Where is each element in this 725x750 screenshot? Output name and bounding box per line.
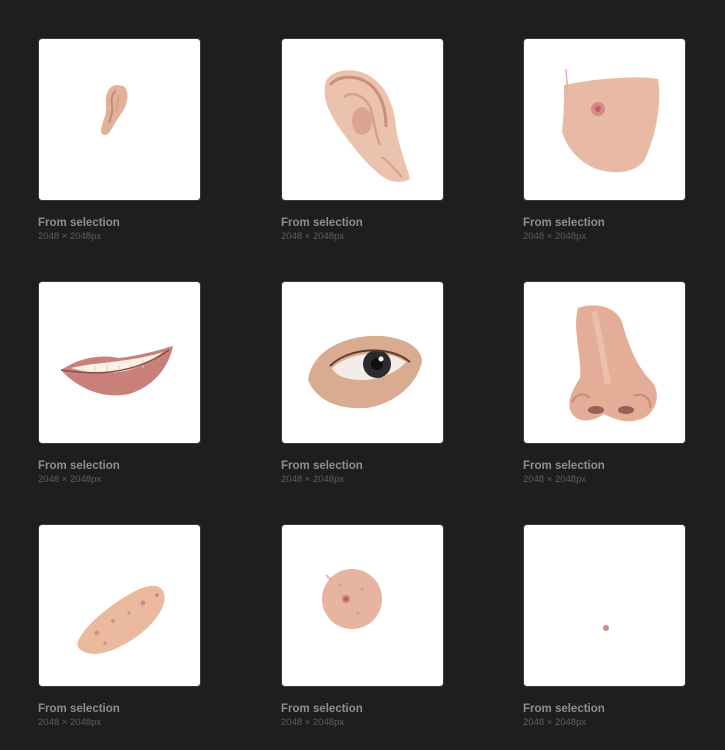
cheek-patch-image [77,585,165,654]
item-dimensions: 2048 × 2048px [38,474,102,485]
item-title: From selection [523,217,605,229]
large-ear-image [324,70,410,182]
gallery-item[interactable]: From selection 2048 × 2048px [281,38,444,243]
gallery-item[interactable]: From selection 2048 × 2048px [38,281,201,486]
thumbnail[interactable] [38,281,201,444]
item-title: From selection [523,703,605,715]
item-title: From selection [523,460,605,472]
item-title: From selection [38,217,120,229]
item-title: From selection [281,460,363,472]
item-dimensions: 2048 × 2048px [38,717,102,728]
image-gallery: From selection 2048 × 2048px From select… [0,0,725,750]
item-dimensions: 2048 × 2048px [523,231,587,242]
item-title: From selection [38,460,120,472]
gallery-item[interactable]: From selection 2048 × 2048px [281,524,444,729]
nose-image [569,305,657,422]
lips-image [60,346,173,396]
eye-image [308,335,422,409]
gallery-item[interactable]: From selection 2048 × 2048px [523,524,686,729]
tiny-dot-image [603,625,609,631]
gallery-item[interactable]: From selection 2048 × 2048px [38,524,201,729]
gallery-item[interactable]: From selection 2048 × 2048px [523,38,686,243]
gallery-item[interactable]: From selection 2048 × 2048px [281,281,444,486]
item-title: From selection [281,703,363,715]
item-dimensions: 2048 × 2048px [281,231,345,242]
thumbnail[interactable] [523,524,686,687]
thumbnail[interactable] [281,38,444,201]
thumbnail[interactable] [281,281,444,444]
thumbnail[interactable] [38,38,201,201]
item-dimensions: 2048 × 2048px [523,474,587,485]
thumbnail[interactable] [38,524,201,687]
skin-patch-image [562,68,660,173]
item-dimensions: 2048 × 2048px [38,231,102,242]
item-dimensions: 2048 × 2048px [523,717,587,728]
small-ear-image [100,85,128,136]
item-title: From selection [281,217,363,229]
round-skin-image [322,569,382,629]
gallery-item[interactable]: From selection 2048 × 2048px [38,38,201,243]
thumbnail[interactable] [281,524,444,687]
item-dimensions: 2048 × 2048px [281,717,345,728]
thumbnail[interactable] [523,38,686,201]
gallery-item[interactable]: From selection 2048 × 2048px [523,281,686,486]
item-title: From selection [38,703,120,715]
item-dimensions: 2048 × 2048px [281,474,345,485]
thumbnail[interactable] [523,281,686,444]
